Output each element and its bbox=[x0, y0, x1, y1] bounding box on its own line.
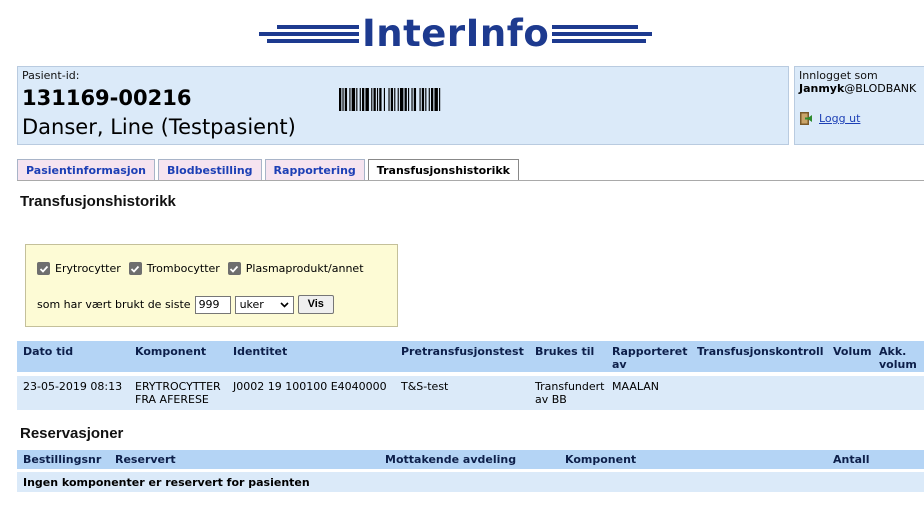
col-volum: Volum bbox=[833, 345, 872, 358]
row-pretest: T&S-test bbox=[401, 380, 449, 393]
period-unit-value: uker bbox=[239, 298, 264, 311]
col-bestillingsnr: Bestillingsnr bbox=[23, 453, 102, 466]
logo-lines-right bbox=[552, 25, 653, 43]
table-row[interactable]: 23-05-2019 08:13 ERYTROCYTTER FRA AFERES… bbox=[17, 376, 924, 410]
erytrocytter-checkbox[interactable] bbox=[37, 262, 50, 275]
col-rapporteret-av: Rapporteret av bbox=[612, 345, 688, 371]
trombocytter-checkbox[interactable] bbox=[128, 262, 142, 275]
period-row: som har vært brukt de siste uker Vis bbox=[37, 295, 334, 314]
period-input[interactable] bbox=[194, 295, 231, 314]
component-filters: Erytrocytter Trombocytter Plasmaprodukt/… bbox=[37, 262, 372, 275]
col-antall: Antall bbox=[833, 453, 870, 466]
logo-lines-left bbox=[259, 25, 359, 43]
logout-button[interactable]: Logg ut bbox=[799, 111, 860, 126]
col-transfusjonskontroll: Transfusjonskontroll bbox=[697, 345, 824, 358]
reservations-title: Reservasjoner bbox=[20, 425, 124, 442]
reservations-empty-row: Ingen komponenter er reservert for pasie… bbox=[17, 472, 924, 492]
col-reservert: Reservert bbox=[115, 453, 176, 466]
col-reservation-komponent: Komponent bbox=[565, 453, 637, 466]
tab-bar: Pasientinformasjon Blodbestilling Rappor… bbox=[17, 159, 522, 181]
interinfo-logo: InterInfo bbox=[259, 12, 653, 56]
vis-button[interactable]: Vis bbox=[297, 295, 334, 314]
logout-icon bbox=[800, 112, 812, 125]
row-used-for: Transfundert av BB bbox=[535, 380, 605, 406]
patient-id-label: Pasient-id: bbox=[22, 69, 80, 82]
tab-pasientinformasjon[interactable]: Pasientinformasjon bbox=[17, 159, 156, 180]
period-label: som har vært brukt de siste bbox=[37, 298, 191, 311]
reservations-header-row: Bestillingsnr Reservert Mottakende avdel… bbox=[17, 450, 924, 469]
tab-divider bbox=[17, 180, 924, 181]
col-dato-tid: Dato tid bbox=[23, 345, 74, 358]
col-pretransfusjonstest: Pretransfusjonstest bbox=[401, 345, 524, 358]
patient-id: 131169-00216 bbox=[22, 86, 192, 110]
user-domain: @BLODBANK bbox=[844, 82, 917, 95]
col-identitet: Identitet bbox=[233, 345, 288, 358]
login-label: Innlogget som bbox=[799, 69, 878, 82]
chevron-down-icon bbox=[279, 301, 289, 308]
logout-link[interactable]: Logg ut bbox=[819, 112, 860, 125]
row-date: 23-05-2019 08:13 bbox=[23, 380, 123, 393]
checkmark-icon bbox=[39, 265, 48, 273]
patient-header: Pasient-id: 131169-00216 Danser, Line (T… bbox=[17, 66, 789, 145]
plasmaprodukt-label: Plasmaprodukt/annet bbox=[245, 262, 364, 275]
username: Janmyk bbox=[799, 82, 845, 95]
history-header-row: Dato tid Komponent Identitet Pretransfus… bbox=[17, 341, 924, 372]
row-identity: J0002 19 100100 E4040000 bbox=[233, 380, 387, 393]
barcode-image bbox=[339, 88, 441, 111]
col-akk-volum: Akk. volum bbox=[879, 345, 917, 371]
filter-panel: Erytrocytter Trombocytter Plasmaprodukt/… bbox=[25, 244, 398, 327]
tab-transfusjonshistorikk[interactable]: Transfusjonshistorikk bbox=[367, 159, 519, 181]
checkmark-icon bbox=[131, 265, 140, 273]
row-component: ERYTROCYTTER FRA AFERESE bbox=[135, 380, 221, 406]
tab-rapportering[interactable]: Rapportering bbox=[264, 159, 365, 180]
row-reported-by: MAALAN bbox=[612, 380, 659, 393]
login-panel: Innlogget som Janmyk@BLODBANK Logg ut bbox=[794, 66, 924, 145]
col-mottakende-avdeling: Mottakende avdeling bbox=[385, 453, 517, 466]
patient-name: Danser, Line (Testpasient) bbox=[22, 115, 296, 139]
logged-in-user: Janmyk@BLODBANK bbox=[799, 82, 916, 95]
empty-message: Ingen komponenter er reservert for pasie… bbox=[23, 476, 310, 489]
col-komponent: Komponent bbox=[135, 345, 207, 358]
logo-text: InterInfo bbox=[362, 12, 550, 55]
page-title: Transfusjonshistorikk bbox=[20, 193, 176, 210]
plasmaprodukt-checkbox[interactable] bbox=[227, 262, 241, 275]
checkmark-icon bbox=[230, 265, 239, 273]
tab-blodbestilling[interactable]: Blodbestilling bbox=[158, 159, 262, 180]
col-brukes-til: Brukes til bbox=[535, 345, 595, 358]
trombocytter-label: Trombocytter bbox=[146, 262, 220, 275]
period-unit-select[interactable]: uker bbox=[234, 295, 294, 314]
erytrocytter-label: Erytrocytter bbox=[55, 262, 121, 275]
